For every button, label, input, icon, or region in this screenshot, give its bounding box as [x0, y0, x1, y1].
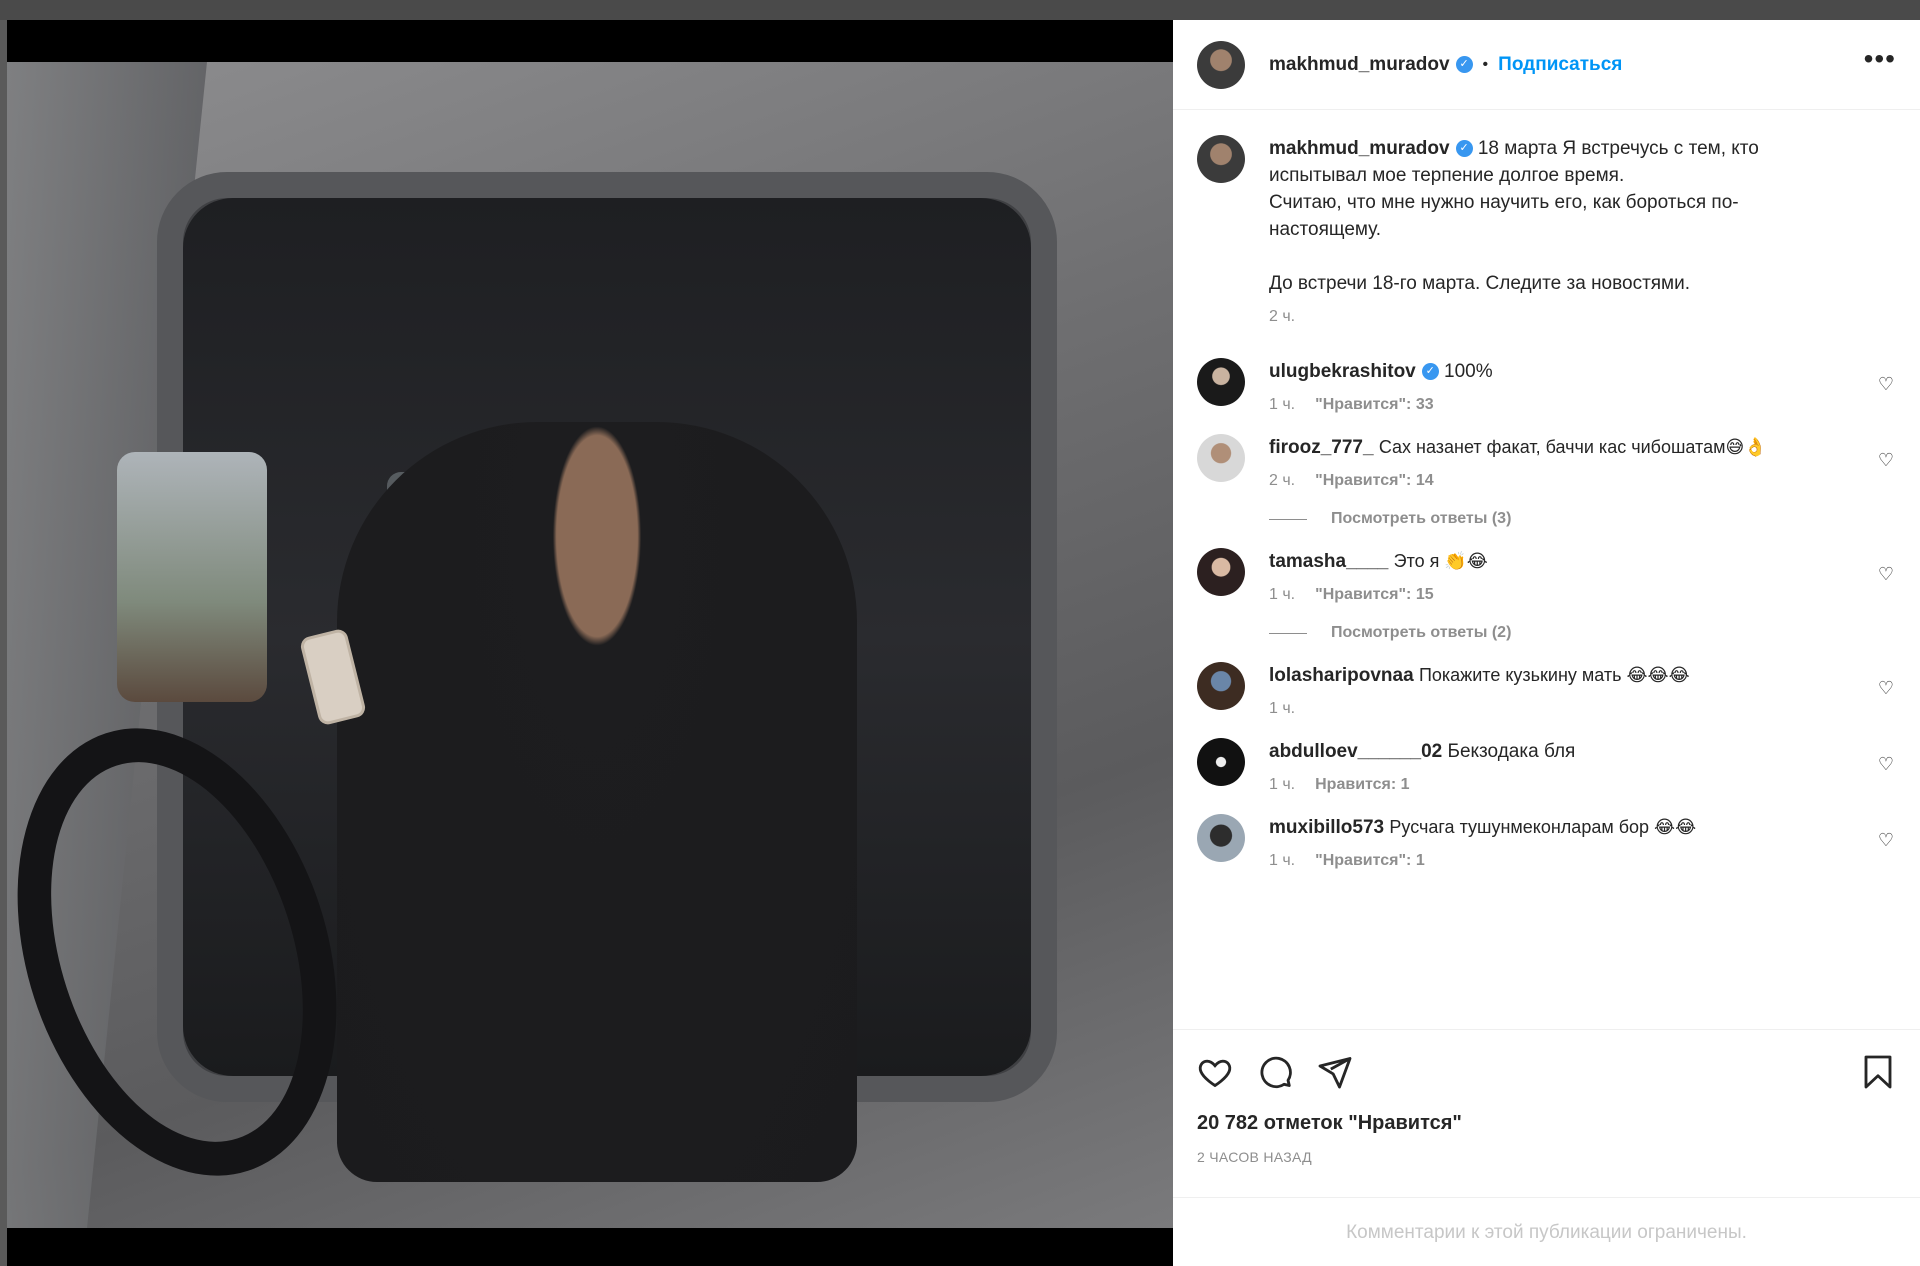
- commenter-username[interactable]: ulugbekrashitov: [1269, 361, 1416, 382]
- author-username[interactable]: makhmud_muradov: [1269, 54, 1450, 76]
- comments-limited-notice: Комментарии к этой публикации ограничены…: [1173, 1197, 1920, 1266]
- comment-like-heart-icon[interactable]: ♡: [1876, 450, 1896, 470]
- verified-badge-icon: ✓: [1421, 363, 1439, 381]
- comment-text: Бекзодака бля: [1447, 741, 1576, 762]
- share-send-icon[interactable]: [1317, 1054, 1353, 1090]
- post-sidebar: makhmud_muradov ✓ • Подписаться ••• makh…: [1173, 20, 1920, 1266]
- commenter-avatar[interactable]: [1197, 548, 1245, 596]
- caption-time[interactable]: 2 ч.: [1269, 308, 1295, 325]
- comments-list[interactable]: makhmud_muradov ✓ 18 марта Я встречусь с …: [1173, 111, 1920, 1029]
- commenter-avatar[interactable]: [1197, 662, 1245, 710]
- comment-text: Покажите кузькину мать 😂😂😂: [1418, 665, 1690, 685]
- view-replies-label: Посмотреть ответы (2): [1331, 624, 1512, 641]
- comment-text: Русчага тушунмеконларам бор 😂😂: [1389, 817, 1697, 837]
- comment-time[interactable]: 1 ч.: [1269, 776, 1295, 793]
- comment-like-heart-icon[interactable]: ♡: [1876, 564, 1896, 584]
- comment-item: abdulloev______02 Бекзодака бля 1 ч. Нрав…: [1197, 738, 1896, 798]
- commenter-avatar[interactable]: [1197, 814, 1245, 862]
- author-avatar[interactable]: [1197, 40, 1245, 89]
- comment-item: lolasharipovnaa Покажите кузькину мать 😂…: [1197, 662, 1896, 722]
- post-timestamp[interactable]: 2 часов назад: [1197, 1149, 1896, 1165]
- view-replies-label: Посмотреть ответы (3): [1331, 510, 1512, 527]
- photo-rear-window: [117, 452, 267, 702]
- commenter-username[interactable]: abdulloev______02: [1269, 741, 1442, 762]
- comment-time[interactable]: 1 ч.: [1269, 396, 1295, 413]
- comment-item: muxibillo573 Русчага тушунмеконларам бор…: [1197, 814, 1896, 874]
- commenter-username[interactable]: lolasharipovnaa: [1269, 665, 1414, 686]
- comment-item: firooz_777_ Сах назанет факат, баччи кас…: [1197, 434, 1896, 494]
- comment-text: Сах назанет факат, баччи кас чибошатам😅👌: [1378, 437, 1767, 457]
- comment-time[interactable]: 1 ч.: [1269, 852, 1295, 869]
- comment-likes[interactable]: Нравится: 1: [1315, 776, 1409, 793]
- comment-likes[interactable]: "Нравится": 33: [1315, 396, 1434, 413]
- comment-item: ulugbekrashitov ✓ 100% 1 ч. "Нравится": 33…: [1197, 358, 1896, 418]
- commenter-avatar[interactable]: [1197, 434, 1245, 482]
- comment-text: 100%: [1444, 361, 1493, 382]
- view-replies-button[interactable]: Посмотреть ответы (2): [1269, 624, 1896, 642]
- replies-divider: [1269, 632, 1307, 634]
- comment-bubble-icon[interactable]: [1257, 1054, 1293, 1090]
- post-modal: makhmud_muradov ✓ • Подписаться ••• makh…: [7, 20, 1920, 1266]
- comment-text: Это я 👏😂: [1393, 551, 1488, 571]
- separator-dot: •: [1482, 55, 1489, 73]
- like-heart-icon[interactable]: [1197, 1054, 1233, 1090]
- photo-person: [337, 422, 857, 1182]
- commenter-username[interactable]: tamasha____: [1269, 551, 1388, 572]
- likes-count[interactable]: 20 782 отметок "Нравится": [1197, 1112, 1896, 1135]
- comment-item: tamasha____ Это я 👏😂 1 ч. "Нравится": 15 …: [1197, 548, 1896, 608]
- post-photo: [7, 62, 1173, 1228]
- comment-like-heart-icon[interactable]: ♡: [1876, 678, 1896, 698]
- comment-like-heart-icon[interactable]: ♡: [1876, 374, 1896, 394]
- comment-like-heart-icon[interactable]: ♡: [1876, 754, 1896, 774]
- comment-likes[interactable]: "Нравится": 15: [1315, 586, 1434, 603]
- commenter-username[interactable]: firooz_777_: [1269, 437, 1374, 458]
- verified-badge-icon: ✓: [1455, 140, 1473, 158]
- post-header: makhmud_muradov ✓ • Подписаться •••: [1173, 20, 1920, 110]
- replies-divider: [1269, 518, 1307, 520]
- browser-top-strip: [0, 0, 1920, 20]
- comment-likes[interactable]: "Нравится": 1: [1315, 852, 1425, 869]
- commenter-avatar[interactable]: [1197, 738, 1245, 786]
- post-actions: 20 782 отметок "Нравится" 2 часов назад: [1173, 1029, 1920, 1197]
- more-options-icon[interactable]: •••: [1864, 44, 1896, 85]
- caption-username[interactable]: makhmud_muradov: [1269, 138, 1450, 159]
- commenter-username[interactable]: muxibillo573: [1269, 817, 1384, 838]
- caption-text-2: Считаю, что мне нужно научить его, как б…: [1269, 192, 1739, 240]
- caption-text-3: До встречи 18-го марта. Следите за новос…: [1269, 273, 1691, 294]
- comment-like-heart-icon[interactable]: ♡: [1876, 830, 1896, 850]
- caption: makhmud_muradov ✓ 18 марта Я встречусь с …: [1197, 135, 1896, 330]
- caption-avatar[interactable]: [1197, 135, 1245, 183]
- view-replies-button[interactable]: Посмотреть ответы (3): [1269, 510, 1896, 528]
- commenter-avatar[interactable]: [1197, 358, 1245, 406]
- comment-time[interactable]: 1 ч.: [1269, 586, 1295, 603]
- comment-likes[interactable]: "Нравится": 14: [1315, 472, 1434, 489]
- verified-badge-icon: ✓: [1455, 56, 1473, 73]
- comment-time[interactable]: 1 ч.: [1269, 700, 1295, 717]
- follow-button[interactable]: Подписаться: [1498, 54, 1622, 76]
- save-bookmark-icon[interactable]: [1860, 1054, 1896, 1090]
- comment-time[interactable]: 2 ч.: [1269, 472, 1295, 489]
